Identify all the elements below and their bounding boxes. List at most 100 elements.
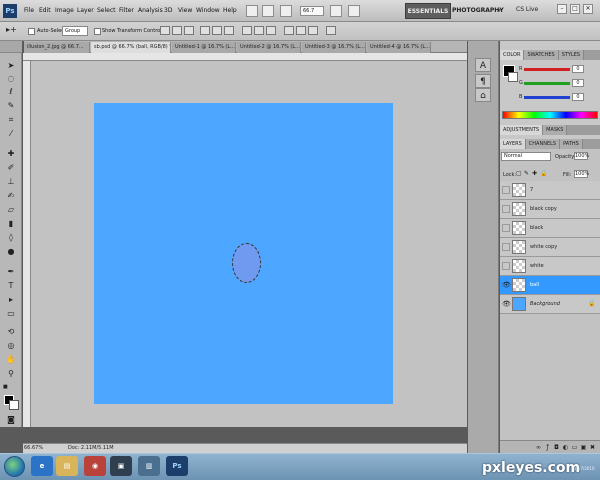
green-value-field[interactable]: 0 (572, 79, 584, 87)
tab-untitled-3[interactable]: Untitled-3 @ 16.7% (L... (302, 42, 366, 53)
tab-adjustments[interactable]: ADJUSTMENTS (500, 125, 544, 135)
spot-healing-tool-icon[interactable]: ✚ (4, 148, 18, 159)
quick-mask-icon[interactable]: ◙ (4, 414, 18, 425)
crop-tool-icon[interactable]: ⌗ (4, 114, 18, 125)
visibility-toggle[interactable] (502, 224, 510, 232)
menu-layer[interactable]: Layer (77, 7, 94, 14)
history-brush-tool-icon[interactable]: ✍ (4, 190, 18, 201)
minimize-button[interactable]: – (557, 4, 567, 14)
document-size-status[interactable]: Doc: 2.11M/5.11M (68, 445, 114, 451)
distribute-top-icon[interactable] (242, 26, 252, 35)
eye-icon[interactable]: 👁 (502, 281, 511, 289)
auto-select-target-select[interactable]: Group (62, 26, 88, 36)
launch-bridge-button[interactable] (246, 5, 258, 17)
eraser-tool-icon[interactable]: ▱ (4, 204, 18, 215)
pen-tool-icon[interactable]: ✒ (4, 266, 18, 277)
zoom-status[interactable]: 66.67% (24, 445, 43, 451)
view-extras-button[interactable] (280, 5, 292, 17)
menu-help[interactable]: Help (223, 7, 237, 14)
show-transform-controls-checkbox[interactable] (94, 28, 101, 35)
close-button[interactable]: ✕ (583, 4, 593, 14)
photoshop-taskbar-icon[interactable]: Ps (166, 456, 188, 476)
menu-select[interactable]: Select (97, 7, 116, 14)
visibility-toggle[interactable] (502, 205, 510, 213)
blue-slider[interactable] (524, 96, 570, 99)
adjustment-layer-icon[interactable]: ◐ (562, 444, 569, 451)
zoom-level-select[interactable]: 66.7 (300, 6, 324, 16)
media-player-icon[interactable]: ◉ (84, 456, 106, 476)
color-spectrum-bar[interactable] (502, 111, 598, 119)
tab-sb-psd[interactable]: sb.psd @ 66.7% (ball, RGB/8) * (91, 42, 171, 53)
menu-analysis[interactable]: Analysis (138, 7, 163, 14)
layer-row[interactable]: 👁 ball (500, 276, 600, 295)
red-value-field[interactable]: 0 (572, 65, 584, 73)
new-group-icon[interactable]: ▭ (571, 444, 578, 451)
lock-all-icon[interactable]: 🔒 (540, 170, 547, 177)
align-top-icon[interactable] (160, 26, 170, 35)
tab-untitled-1[interactable]: Untitled-1 @ 16.7% (L... (172, 42, 236, 53)
path-selection-tool-icon[interactable]: ▸ (4, 294, 18, 305)
3d-orbit-tool-icon[interactable]: ◎ (4, 340, 18, 351)
tab-paths[interactable]: PATHS (560, 139, 583, 149)
opacity-field[interactable]: 100% (574, 152, 589, 160)
color-background-swatch[interactable] (508, 72, 518, 82)
tab-channels[interactable]: CHANNELS (525, 139, 561, 149)
layer-row[interactable]: white copy (500, 238, 600, 257)
align-middle-icon[interactable] (172, 26, 182, 35)
quick-selection-tool-icon[interactable]: ✎ (4, 100, 18, 111)
movie-maker-icon[interactable]: ▣ (110, 456, 132, 476)
layer-row[interactable]: 👁 Background 🔒 (500, 295, 600, 314)
lock-image-icon[interactable]: ✎ (524, 170, 529, 177)
paragraph-panel-icon[interactable]: ¶ (475, 74, 491, 88)
link-layers-icon[interactable]: ∞ (535, 444, 542, 451)
hand-tool-icon[interactable]: ✋ (4, 354, 18, 365)
menu-file[interactable]: File (24, 7, 34, 14)
zoom-tool-icon[interactable]: ⚲ (4, 368, 18, 379)
menu-window[interactable]: Window (196, 7, 220, 14)
vertical-ruler[interactable] (23, 61, 31, 427)
auto-select-checkbox[interactable] (28, 28, 35, 35)
workspace-photography-button[interactable]: PHOTOGRAPHY (452, 3, 504, 19)
tools-panel-header[interactable] (0, 41, 22, 53)
distribute-right-icon[interactable] (308, 26, 318, 35)
file-explorer-icon[interactable]: ▤ (56, 456, 78, 476)
delete-layer-icon[interactable]: ✖ (589, 444, 596, 451)
taskbar-clock[interactable]: 10/7/2010 (574, 466, 595, 471)
new-layer-icon[interactable]: ▣ (580, 444, 587, 451)
dodge-tool-icon[interactable]: ● (4, 246, 18, 257)
launch-mini-bridge-button[interactable] (262, 5, 274, 17)
menu-image[interactable]: Image (55, 7, 74, 14)
add-mask-icon[interactable]: ◘ (553, 444, 560, 451)
layer-thumbnail[interactable] (512, 183, 526, 197)
3d-rotate-tool-icon[interactable]: ⟲ (4, 326, 18, 337)
shape-tool-icon[interactable]: ▭ (4, 308, 18, 319)
red-slider[interactable] (524, 68, 570, 71)
layer-thumbnail[interactable] (512, 221, 526, 235)
tab-layers[interactable]: LAYERS (500, 139, 526, 149)
blur-tool-icon[interactable]: ◊ (4, 232, 18, 243)
internet-explorer-icon[interactable]: e (31, 456, 53, 476)
tab-color[interactable]: COLOR (500, 50, 525, 60)
background-color-swatch[interactable] (9, 400, 19, 410)
menu-3d[interactable]: 3D (164, 7, 172, 14)
distribute-center-icon[interactable] (296, 26, 306, 35)
character-panel-icon[interactable]: A (475, 58, 491, 72)
move-tool-icon[interactable]: ➤ (4, 60, 18, 71)
align-bottom-icon[interactable] (184, 26, 194, 35)
start-button[interactable] (4, 456, 25, 477)
layer-thumbnail[interactable] (512, 240, 526, 254)
layer-row[interactable]: black (500, 219, 600, 238)
clone-stamp-tool-icon[interactable]: ⊥ (4, 176, 18, 187)
visibility-toggle[interactable] (502, 186, 510, 194)
menu-view[interactable]: View (178, 7, 192, 14)
tab-untitled-4[interactable]: Untitled-4 @ 16.7% (L... (367, 42, 431, 53)
visibility-toggle[interactable] (502, 262, 510, 270)
horizontal-ruler[interactable] (23, 53, 467, 61)
layer-thumbnail[interactable] (512, 259, 526, 273)
ball-selection[interactable] (232, 243, 261, 283)
menu-edit[interactable]: Edit (39, 7, 51, 14)
tab-swatches[interactable]: SWATCHES (524, 50, 559, 60)
lock-transparency-icon[interactable]: ▢ (516, 170, 522, 177)
eyedropper-tool-icon[interactable]: ⁄ (4, 128, 18, 139)
marquee-tool-icon[interactable]: ◌ (4, 73, 18, 84)
